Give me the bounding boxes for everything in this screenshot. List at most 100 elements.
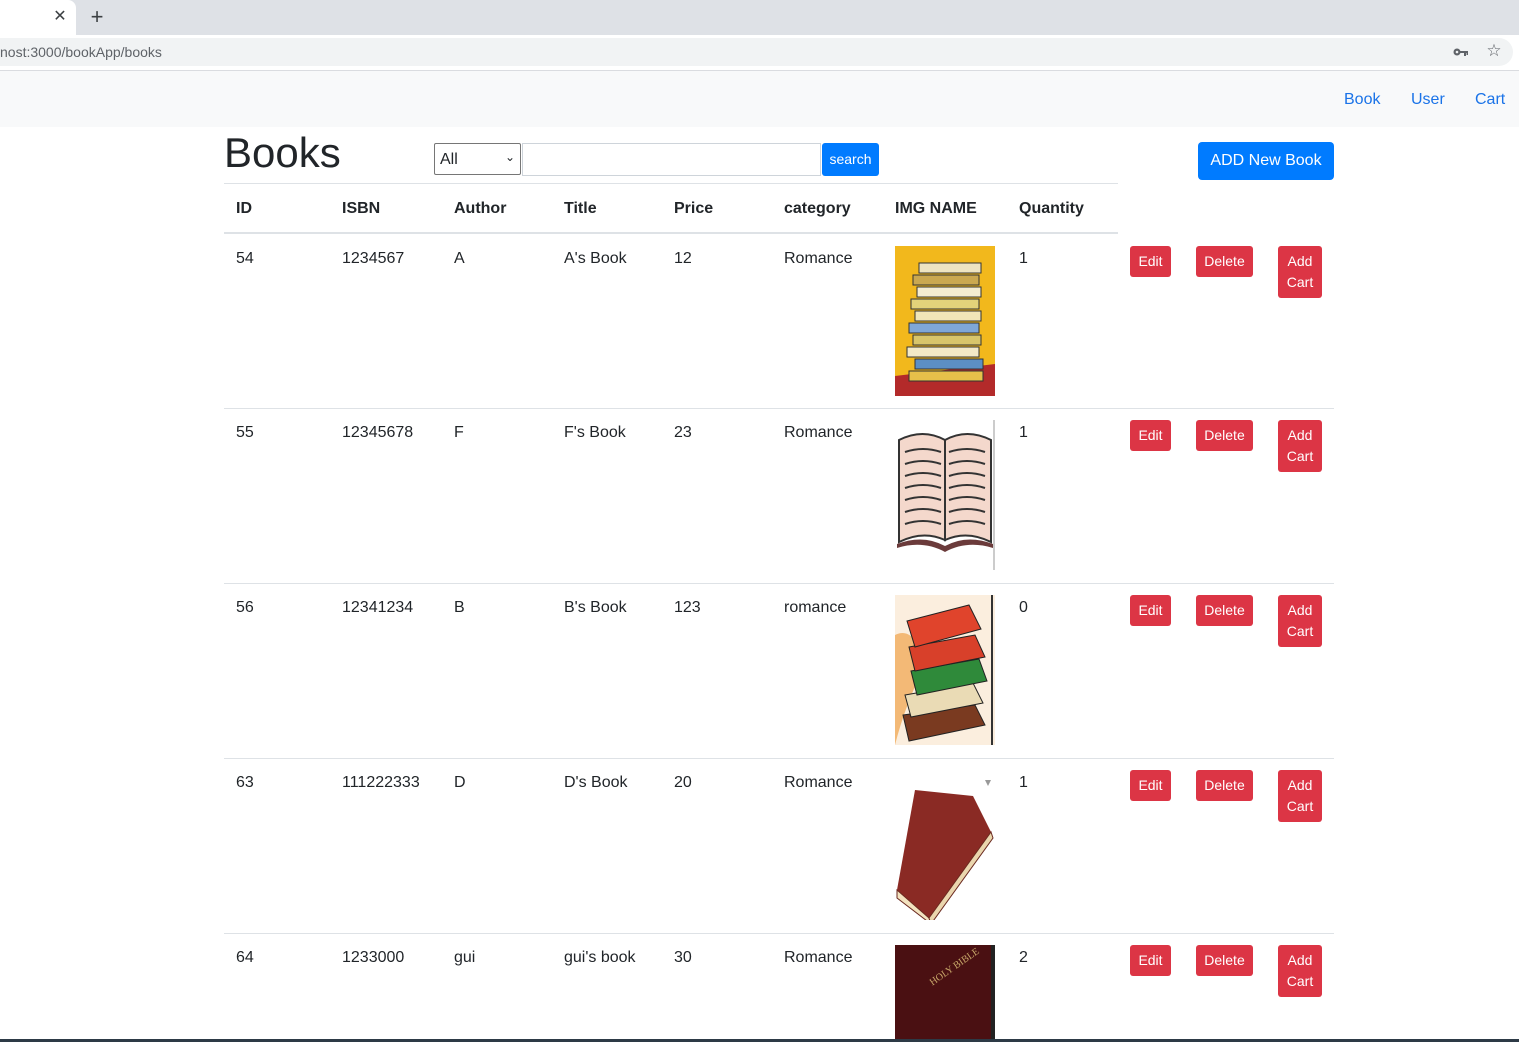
nav-link-book[interactable]: Book: [1344, 91, 1380, 109]
key-icon[interactable]: [1453, 46, 1469, 58]
search-input[interactable]: [522, 143, 821, 176]
cell-category: romance: [784, 599, 847, 616]
add-cart-button[interactable]: Add Cart: [1278, 246, 1322, 298]
add-cart-label-line2: Cart: [1286, 274, 1314, 290]
browser-tabstrip: ✕ +: [0, 0, 1519, 35]
table-header-top-border: [224, 183, 1118, 184]
add-cart-label-line1: Add: [1287, 427, 1313, 443]
cell-quantity: 1: [1019, 424, 1028, 441]
delete-button[interactable]: Delete: [1196, 246, 1253, 277]
cell-author: A: [454, 250, 465, 267]
edit-button[interactable]: Edit: [1130, 945, 1171, 976]
nav-link-cart[interactable]: Cart: [1475, 91, 1505, 109]
page-title: Books: [224, 129, 341, 176]
column-header-img-name: IMG NAME: [895, 200, 977, 217]
row-divider: [224, 758, 1334, 759]
cell-price: 20: [674, 774, 692, 791]
row-divider: [224, 933, 1334, 934]
omnibox[interactable]: nost:3000/bookApp/books ☆: [0, 38, 1513, 66]
cell-isbn: 1233000: [342, 949, 405, 966]
close-icon[interactable]: ✕: [52, 8, 68, 26]
table-row: 56 12341234 B B's Book 123 romance 0 Edi…: [224, 583, 1334, 758]
cell-isbn: 12341234: [342, 599, 414, 616]
bookmark-star-icon[interactable]: ☆: [1485, 42, 1503, 60]
cell-price: 30: [674, 949, 692, 966]
cell-category: Romance: [784, 949, 853, 966]
column-header-quantity: Quantity: [1019, 200, 1084, 217]
row-divider: [224, 408, 1334, 409]
cell-quantity: 1: [1019, 774, 1028, 791]
cell-category: Romance: [784, 250, 853, 267]
cell-quantity: 0: [1019, 599, 1028, 616]
cell-category: Romance: [784, 424, 853, 441]
add-cart-button[interactable]: Add Cart: [1278, 420, 1322, 472]
book-image-open-book: [895, 420, 995, 570]
add-cart-button[interactable]: Add Cart: [1278, 770, 1322, 822]
table-row: 64 1233000 gui gui's book 30 Romance HOL…: [224, 933, 1334, 1039]
table-row: 54 1234567 A A's Book 12 Romance 1 Edit …: [224, 234, 1334, 409]
nav-link-user[interactable]: User: [1411, 91, 1445, 109]
table-row: 63 111222333 D D's Book 20 Romance 1 Edi…: [224, 758, 1334, 933]
add-cart-label-line1: Add: [1287, 777, 1313, 793]
book-image-stack-of-books: [895, 246, 995, 396]
cell-title: F's Book: [564, 424, 626, 441]
add-cart-button[interactable]: Add Cart: [1278, 945, 1322, 997]
new-tab-icon[interactable]: +: [88, 6, 106, 28]
add-cart-label-line2: Cart: [1286, 798, 1314, 814]
edit-button[interactable]: Edit: [1130, 770, 1171, 801]
delete-button[interactable]: Delete: [1196, 945, 1253, 976]
cell-isbn: 1234567: [342, 250, 405, 267]
add-new-book-button[interactable]: ADD New Book: [1198, 142, 1334, 180]
cell-id: 55: [236, 424, 254, 441]
cell-price: 123: [674, 599, 701, 616]
delete-button[interactable]: Delete: [1196, 595, 1253, 626]
cell-category: Romance: [784, 774, 853, 791]
url-text[interactable]: nost:3000/bookApp/books: [0, 44, 162, 60]
cell-quantity: 2: [1019, 949, 1028, 966]
table-row: 55 12345678 F F's Book 23 Romance 1 Edit…: [224, 408, 1334, 583]
column-header-author: Author: [454, 200, 507, 217]
add-cart-label-line2: Cart: [1286, 973, 1314, 989]
add-cart-label-line1: Add: [1287, 952, 1313, 968]
column-header-price: Price: [674, 200, 714, 217]
cell-title: B's Book: [564, 599, 627, 616]
address-bar: nost:3000/bookApp/books ☆: [0, 35, 1519, 71]
cell-title: A's Book: [564, 250, 627, 267]
category-filter-select[interactable]: All ⌄: [434, 143, 521, 175]
cell-author: B: [454, 599, 465, 616]
column-header-id: ID: [236, 200, 252, 217]
column-header-title: Title: [564, 200, 597, 217]
search-button[interactable]: search: [822, 143, 879, 176]
delete-button[interactable]: Delete: [1196, 420, 1253, 451]
edit-button[interactable]: Edit: [1130, 420, 1171, 451]
edit-button[interactable]: Edit: [1130, 595, 1171, 626]
cell-id: 54: [236, 250, 254, 267]
edit-button[interactable]: Edit: [1130, 246, 1171, 277]
cell-id: 56: [236, 599, 254, 616]
cell-isbn: 12345678: [342, 424, 414, 441]
cell-price: 12: [674, 250, 692, 267]
navbar: Book User Cart: [0, 71, 1519, 127]
cell-title: D's Book: [564, 774, 628, 791]
add-cart-label-line1: Add: [1287, 602, 1313, 618]
cell-isbn: 111222333: [342, 774, 420, 791]
book-image-red-green-stack: [895, 595, 995, 745]
add-cart-label-line2: Cart: [1286, 623, 1314, 639]
browser-tab[interactable]: ✕: [0, 0, 76, 35]
delete-button[interactable]: Delete: [1196, 770, 1253, 801]
cell-quantity: 1: [1019, 250, 1028, 267]
cell-id: 64: [236, 949, 254, 966]
cell-author: D: [454, 774, 466, 791]
cell-author: F: [454, 424, 464, 441]
column-header-isbn: ISBN: [342, 200, 381, 217]
book-image-holy-bible: HOLY BIBLE: [895, 945, 995, 1039]
cell-title: gui's book: [564, 949, 636, 966]
book-image-red-book: [895, 770, 995, 920]
add-cart-button[interactable]: Add Cart: [1278, 595, 1322, 647]
add-cart-label-line1: Add: [1287, 253, 1313, 269]
chevron-down-icon: ⌄: [504, 150, 515, 164]
cell-id: 63: [236, 774, 254, 791]
cell-author: gui: [454, 949, 476, 966]
row-divider: [224, 583, 1334, 584]
cell-price: 23: [674, 424, 692, 441]
